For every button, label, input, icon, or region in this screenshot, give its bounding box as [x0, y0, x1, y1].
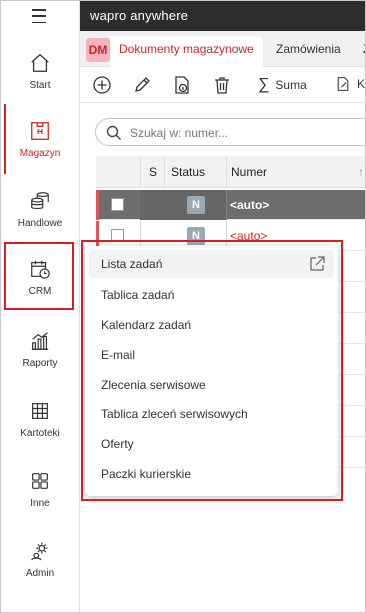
hamburger-menu-icon[interactable] — [29, 7, 49, 25]
sidebar-item-start[interactable]: Start — [1, 36, 79, 106]
apps-icon — [32, 472, 48, 489]
search-input[interactable] — [130, 124, 360, 141]
tab-bar: DM Dokumenty magazynowe Zamówienia Z — [80, 31, 365, 67]
admin-gear-icon — [31, 542, 48, 560]
plus-circle-icon — [93, 76, 111, 94]
pencil-icon — [135, 77, 150, 92]
search-box[interactable] — [95, 118, 365, 146]
tab-label: Dokumenty magazynowe — [119, 42, 254, 56]
column-divider — [140, 156, 141, 188]
app-window: Start Magazyn Handlowe CRM Raporty Karto… — [0, 0, 366, 613]
document-info-icon — [175, 76, 189, 94]
sidebar-item-label: Magazyn — [19, 147, 61, 159]
edit-button[interactable] — [132, 75, 152, 95]
chart-icon — [31, 331, 49, 350]
grid-icon — [32, 402, 48, 419]
column-divider — [226, 156, 227, 188]
delete-button[interactable] — [212, 75, 232, 95]
search-icon — [106, 125, 121, 140]
sidebar-item-label: Inne — [30, 497, 50, 509]
warehouse-icon — [31, 121, 49, 140]
dropdown-highlight-box — [81, 240, 343, 501]
sidebar-item-admin[interactable]: Admin — [1, 524, 79, 594]
sidebar-item-label: Start — [29, 79, 51, 91]
brand-logo: wapro anywhere — [90, 8, 189, 23]
sidebar-item-raporty[interactable]: Raporty — [1, 314, 79, 384]
crm-highlight-box — [4, 242, 74, 310]
sidebar-item-kartoteki[interactable]: Kartoteki — [1, 384, 79, 454]
home-icon — [31, 53, 49, 72]
tab-zamowienia[interactable]: Zamówienia — [276, 42, 341, 56]
sidebar-item-inne[interactable]: Inne — [1, 454, 79, 524]
details-button[interactable] — [172, 75, 192, 95]
toolbar: ∑ Suma K — [80, 67, 365, 103]
row-marker — [96, 190, 99, 220]
column-divider — [164, 156, 165, 188]
column-divider — [226, 190, 227, 220]
coins-icon — [31, 191, 49, 209]
column-header-status[interactable]: Status — [171, 165, 205, 179]
sigma-icon: ∑ — [258, 76, 270, 93]
sidebar-item-handlowe[interactable]: Handlowe — [1, 174, 79, 244]
sum-label: Suma — [275, 78, 307, 92]
sort-arrow-icon[interactable]: ↑ — [358, 165, 364, 179]
sidebar-item-magazyn[interactable]: Magazyn — [1, 104, 79, 174]
document-edit-icon — [337, 77, 349, 91]
status-badge: N — [187, 196, 205, 214]
more-toolbar-button[interactable]: K — [335, 76, 365, 92]
sidebar-item-label: Kartoteki — [20, 427, 60, 439]
toolbar-label: K — [357, 77, 366, 91]
sidebar-item-label: Handlowe — [17, 217, 63, 229]
trash-icon — [215, 77, 229, 94]
grid-header: S Status Numer ↑ — [96, 156, 365, 188]
document-number: <auto> — [230, 198, 270, 212]
column-header-s[interactable]: S — [149, 165, 157, 179]
top-bar: wapro anywhere — [80, 1, 365, 31]
table-row[interactable]: N <auto> — [96, 190, 365, 220]
row-cell — [140, 190, 226, 220]
add-button[interactable] — [92, 75, 112, 95]
sidebar-item-label: Raporty — [22, 357, 58, 369]
column-header-numer[interactable]: Numer — [231, 165, 267, 179]
sum-button[interactable]: ∑ Suma — [258, 76, 307, 94]
tab-badge: DM — [86, 38, 110, 62]
row-checkbox[interactable] — [111, 198, 124, 211]
sidebar-item-label: Admin — [25, 567, 55, 579]
